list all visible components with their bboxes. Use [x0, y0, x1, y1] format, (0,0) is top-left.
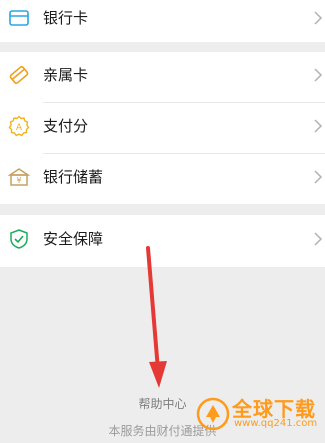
menu-label-security: 安全保障 — [43, 230, 104, 248]
chevron-right-icon — [313, 231, 323, 247]
shield-icon — [8, 228, 30, 250]
security-group: 安全保障 — [0, 215, 325, 267]
svg-text:¥: ¥ — [16, 176, 21, 185]
watermark: 全球下载 www.qq241.com — [196, 391, 321, 437]
watermark-url: www.qq241.com — [234, 418, 318, 429]
chevron-right-icon — [313, 118, 323, 134]
menu-item-security[interactable]: 安全保障 — [0, 216, 325, 266]
menu-item-payment-score[interactable]: A 支付分 — [0, 103, 325, 153]
chevron-right-icon — [313, 169, 323, 185]
bank-card-icon — [8, 7, 30, 29]
watermark-logo-icon — [196, 397, 230, 431]
menu-label-family-card: 亲属卡 — [43, 66, 89, 84]
payment-score-icon: A — [8, 115, 30, 137]
svg-text:A: A — [16, 123, 23, 133]
chevron-right-icon — [313, 67, 323, 83]
menu-label-bank-card: 银行卡 — [43, 9, 89, 27]
menu-item-family-card[interactable]: 亲属卡 — [0, 52, 325, 102]
bank-savings-icon: ¥ — [8, 166, 30, 188]
menu-item-bank-savings[interactable]: ¥ 银行储蓄 — [0, 154, 325, 204]
cards-group: 亲属卡 A 支付分 ¥ 银行储蓄 — [0, 52, 325, 204]
menu-item-bank-card[interactable]: 银行卡 — [0, 0, 325, 45]
bank-card-group: 银行卡 — [0, 0, 325, 42]
menu-label-bank-savings: 银行储蓄 — [43, 168, 104, 186]
menu-label-payment-score: 支付分 — [43, 117, 89, 135]
family-card-icon — [8, 64, 30, 86]
wallet-screen: 银行卡 亲属卡 A 支付分 ¥ 银行储蓄 安全保障 帮助中心 本服务由财付通提供… — [0, 0, 325, 443]
chevron-right-icon — [313, 10, 323, 26]
